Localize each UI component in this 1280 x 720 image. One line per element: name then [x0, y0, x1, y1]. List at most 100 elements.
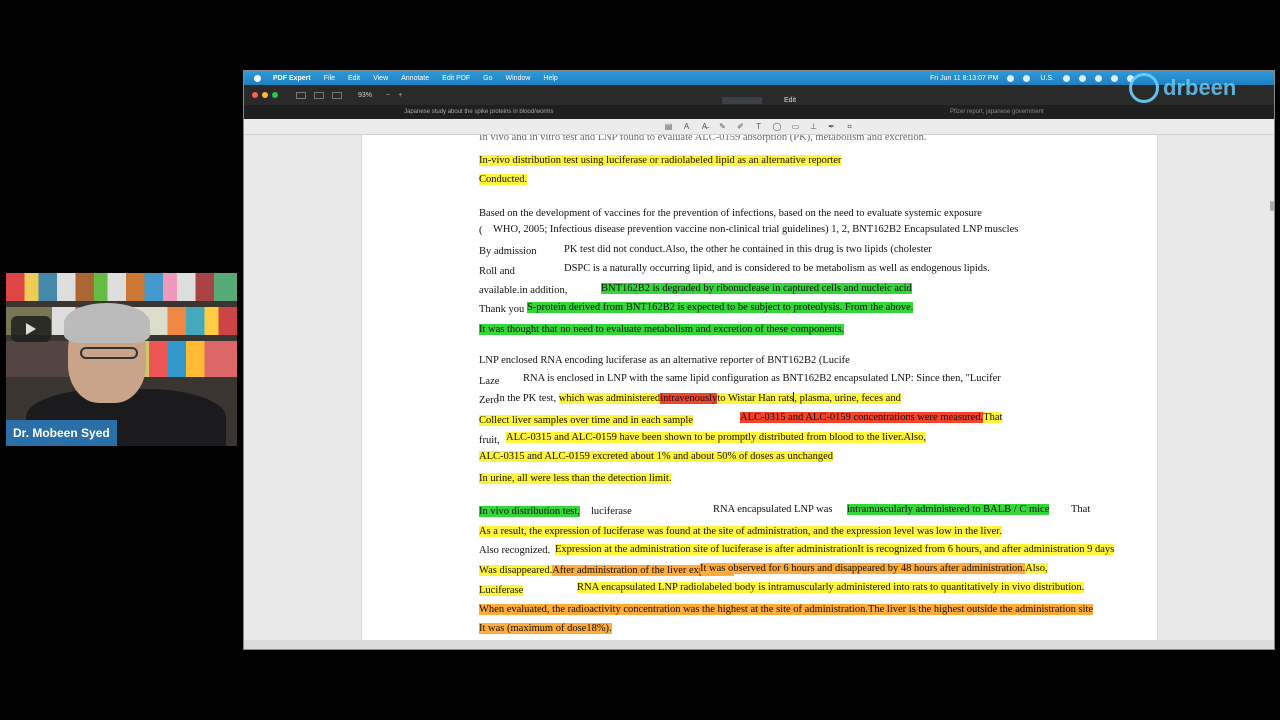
highlight-yellow: Luciferase: [479, 585, 524, 596]
menu-view[interactable]: View: [373, 75, 388, 82]
highlight-yellow: , plasma, urine, feces and: [794, 393, 901, 404]
menu-help[interactable]: Help: [543, 75, 557, 82]
doc-line: PK test did not conduct.Also, the other …: [564, 244, 932, 255]
glasses: [80, 347, 138, 359]
doc-line: Based on the development of vaccines for…: [479, 208, 982, 219]
highlighter-icon[interactable]: ✐: [737, 122, 745, 131]
document-area: In vivo and in vitro test and LNP found …: [244, 135, 1274, 642]
pdf-page[interactable]: In vivo and in vitro test and LNP found …: [361, 135, 1158, 642]
horizontal-scrollbar[interactable]: [244, 640, 1274, 649]
highlight-yellow: to Wistar Han rats: [717, 393, 794, 404]
input-language[interactable]: U.S.: [1040, 75, 1054, 82]
siri-icon[interactable]: [1007, 74, 1015, 82]
drbeen-logo-icon: [1129, 73, 1159, 103]
highlight-yellow: RNA encapsulated LNP radiolabeled body i…: [577, 582, 1085, 593]
menu-app[interactable]: PDF Expert: [273, 75, 311, 82]
presenter-name-tag: Dr. Mobeen Syed: [6, 420, 117, 446]
highlight-orange: 18%).: [586, 623, 612, 634]
vertical-scrollbar[interactable]: [1270, 201, 1274, 211]
highlight-yellow: In-vivo distribution test using lucifera…: [479, 155, 842, 166]
presenter-hair: [64, 303, 150, 343]
text-highlight-icon[interactable]: ▤: [665, 122, 673, 131]
highlight-yellow: Expression at the administration site of…: [555, 544, 858, 555]
text-tool-icon[interactable]: T: [755, 122, 763, 131]
shape-icon[interactable]: ◯: [773, 122, 782, 131]
highlight-green: S-protein derived from BNT162B2 is expec…: [527, 302, 914, 313]
highlight-yellow: Collect liver samples over time and in e…: [479, 415, 694, 426]
highlight-yellow: Was disappeared.: [479, 565, 553, 576]
strikethrough-icon[interactable]: A̶: [701, 122, 709, 131]
menu-go[interactable]: Go: [483, 75, 492, 82]
doc-line: Laze: [479, 376, 500, 387]
apple-icon[interactable]: [254, 74, 261, 82]
highlight-yellow: As a result, the expression of luciferas…: [479, 526, 1002, 537]
page-view-icon[interactable]: [332, 91, 342, 99]
zoom-in-icon[interactable]: +: [398, 92, 402, 99]
doc-line: Also recognized.: [479, 545, 551, 556]
document-tab-active[interactable]: Japanese study about the spike proteins …: [404, 109, 553, 115]
highlight-yellow: It is recognized from 6 hours, and after…: [857, 544, 1115, 555]
wifi-icon[interactable]: [1111, 74, 1118, 82]
menu-file[interactable]: File: [324, 75, 335, 82]
highlight-green: In vivo distribution test,: [479, 506, 580, 517]
document-tab[interactable]: Pfizer report, japanese government: [950, 109, 1044, 115]
menu-edit[interactable]: Edit: [348, 75, 360, 82]
doc-text: In the PK test,: [496, 393, 557, 404]
menu-window[interactable]: Window: [506, 75, 531, 82]
clock[interactable]: Fri Jun 11 8:13:07 PM: [930, 75, 998, 82]
highlight-orange: It was (maximum of dose: [479, 623, 587, 634]
minimize-window-button[interactable]: [262, 92, 268, 98]
doc-line: (: [479, 225, 483, 236]
doc-line: RNA is enclosed in LNP with the same lip…: [523, 373, 1001, 384]
comment-icon[interactable]: ▭: [791, 122, 800, 131]
annotation-toolbar: ▤ A A̶ ✎ ✐ T ◯ ▭ ⊥ ✒ ⌗: [244, 119, 1274, 135]
highlight-red: ALC-0315 and ALC-0159 concentrations wer…: [740, 412, 984, 423]
crop-icon[interactable]: ⌗: [845, 122, 853, 132]
youtube-play-icon: [11, 316, 51, 342]
doc-line: LNP enclosed RNA encoding luciferase as …: [479, 355, 850, 366]
highlight-green: intramuscularly administered to BALB / C…: [847, 504, 1050, 515]
signature-icon[interactable]: ✒: [827, 122, 835, 131]
highlight-yellow: In urine, all were less than the detecti…: [479, 473, 672, 484]
stamp-icon[interactable]: ⊥: [809, 122, 817, 131]
pdf-expert-window: PDF Expert File Edit View Annotate Edit …: [243, 70, 1275, 650]
highlight-green: BNT162B2 is degraded by ribonuclease in …: [601, 283, 912, 294]
highlight-green: It was thought that no need to evaluate …: [479, 324, 845, 335]
highlight-yellow: Conducted.: [479, 174, 528, 185]
pen-icon[interactable]: ✎: [719, 122, 727, 131]
sidebar-icon[interactable]: [296, 91, 306, 99]
highlight-red: intravenously: [660, 393, 718, 404]
zoom-out-icon[interactable]: −: [386, 92, 390, 99]
zoom-window-button[interactable]: [272, 92, 278, 98]
highlight-orange: It was observed for 6 hours and disappea…: [700, 563, 1026, 574]
doc-line: available.in addition,: [479, 285, 568, 296]
drbeen-watermark: drbeen: [1129, 73, 1236, 103]
close-window-button[interactable]: [252, 92, 258, 98]
doc-line: Thank you: [479, 304, 525, 315]
highlight-yellow: Also,: [1025, 563, 1048, 574]
menu-bar: PDF Expert File Edit View Annotate Edit …: [244, 71, 1274, 103]
highlight-yellow: ALC-0315 and ALC-0159 excreted about 1% …: [479, 451, 833, 462]
doc-line: That: [1071, 504, 1091, 515]
bluetooth-icon[interactable]: [1079, 74, 1086, 82]
tab-bar: Japanese study about the spike proteins …: [244, 105, 1274, 119]
text-color-icon[interactable]: A: [683, 122, 691, 131]
doc-line: Roll and: [479, 266, 515, 277]
doc-line: DSPC is a naturally occurring lipid, and…: [564, 263, 990, 274]
menu-annotate[interactable]: Annotate: [401, 75, 429, 82]
highlight-yellow: ALC-0315 and ALC-0159 have been shown to…: [506, 432, 926, 443]
notification-icon[interactable]: [1023, 74, 1031, 82]
zoom-level[interactable]: 93%: [358, 92, 372, 99]
doc-line: fruit,: [479, 435, 500, 446]
volume-icon[interactable]: [1063, 74, 1070, 82]
doc-line: RNA encapsulated LNP was: [713, 504, 833, 515]
highlight-orange: When evaluated, the radioactivity concen…: [479, 604, 1094, 615]
doc-line: By admission: [479, 246, 537, 257]
battery-icon[interactable]: [1095, 74, 1102, 82]
grid-view-icon[interactable]: [314, 91, 324, 99]
doc-line: luciferase: [591, 506, 632, 517]
highlight-yellow: which was administered: [558, 393, 661, 404]
annotate-mode-tab[interactable]: [722, 97, 762, 104]
bookshelf: [6, 273, 237, 301]
menu-edit-pdf[interactable]: Edit PDF: [442, 75, 470, 82]
